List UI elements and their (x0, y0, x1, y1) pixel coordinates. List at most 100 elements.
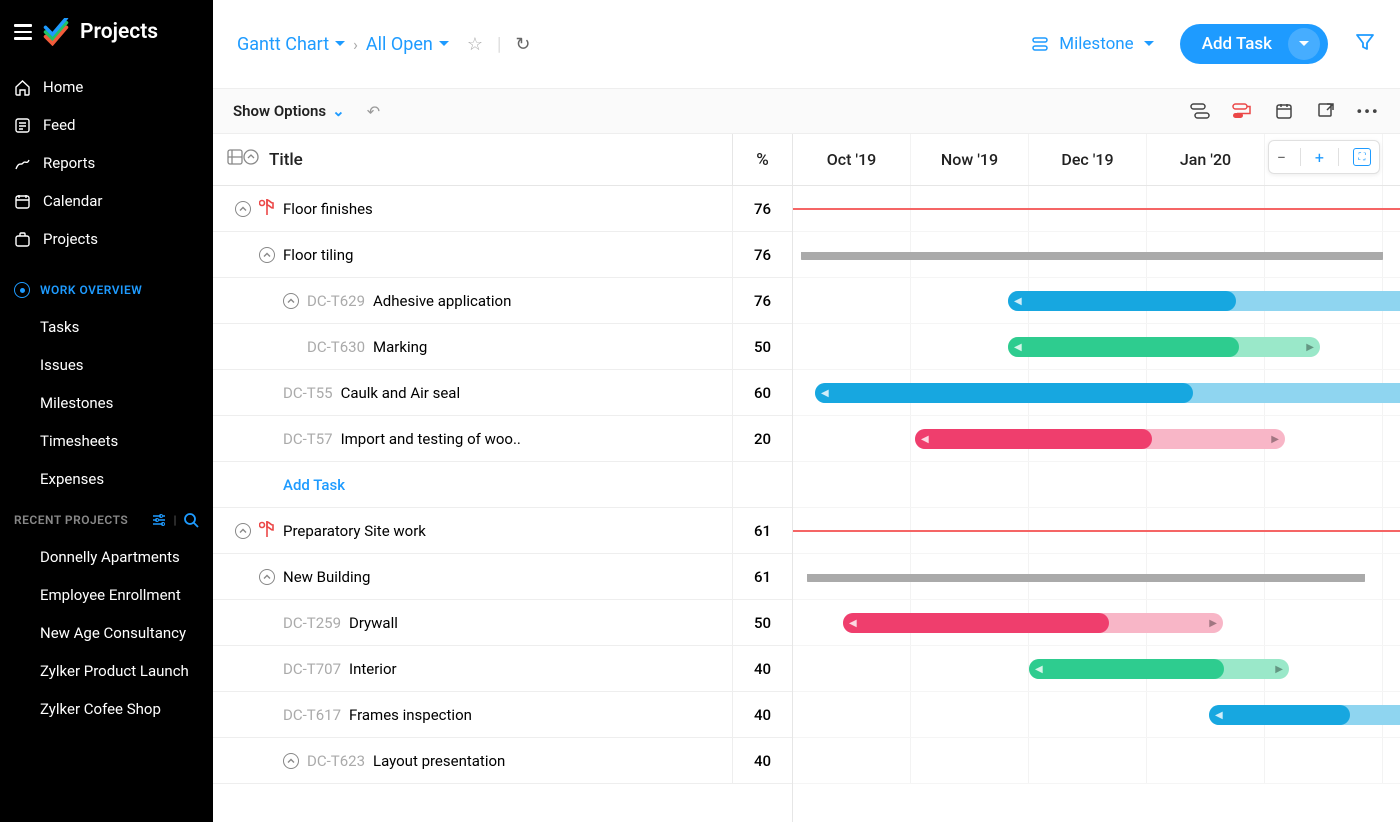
nav-item-projects[interactable]: Projects (0, 220, 213, 258)
add-task-dropdown[interactable] (1288, 28, 1320, 60)
timeline-row: ◀▶ (793, 416, 1400, 462)
task-row[interactable]: DC-T623Layout presentation40 (213, 738, 792, 784)
task-row[interactable]: DC-T707Interior40 (213, 646, 792, 692)
timeline-row (793, 462, 1400, 508)
work-overview-header[interactable]: WORK OVERVIEW (0, 272, 213, 308)
milestone-bar[interactable] (793, 530, 1400, 532)
title-column-header[interactable]: Title (269, 150, 303, 170)
collapse-toggle[interactable] (259, 247, 275, 263)
bar-handle-left[interactable]: ◀ (1014, 296, 1022, 307)
bar-handle-right[interactable]: ▶ (1275, 664, 1283, 675)
task-id: DC-T630 (307, 338, 365, 356)
task-compact-icon[interactable] (1188, 99, 1212, 123)
gantt-area: Title % Floor finishes76Floor tiling76DC… (213, 134, 1400, 822)
timeline-row: ◀▶ (793, 278, 1400, 324)
task-percent (732, 462, 792, 507)
recent-project-item[interactable]: New Age Consultancy (0, 614, 213, 652)
add-task-link[interactable]: Add Task (283, 476, 345, 494)
milestone-bar[interactable] (793, 208, 1400, 210)
topbar: Gantt Chart › All Open ☆ | ↻ Milestone A… (213, 0, 1400, 88)
recent-project-item[interactable]: Zylker Product Launch (0, 652, 213, 690)
sidebar-header: Projects (0, 0, 213, 68)
timeline-row: ◀▶ (793, 692, 1400, 738)
task-row[interactable]: Floor tiling76 (213, 232, 792, 278)
column-config-icon[interactable] (227, 149, 243, 170)
timeline-pane[interactable]: Oct '19Now '19Dec '19Jan '20Feb'20Mar'20… (793, 134, 1400, 822)
sidebar-item-issues[interactable]: Issues (0, 346, 213, 384)
reports-icon (14, 155, 31, 172)
bar-handle-right[interactable]: ▶ (1271, 434, 1279, 445)
task-row[interactable]: DC-T259Drywall50 (213, 600, 792, 646)
task-title-text: Adhesive application (373, 292, 511, 310)
task-row[interactable]: New Building61 (213, 554, 792, 600)
settings-sliders-icon[interactable] (151, 512, 167, 528)
task-row[interactable]: DC-T55Caulk and Air seal60 (213, 370, 792, 416)
task-row[interactable]: DC-T629Adhesive application76 (213, 278, 792, 324)
today-icon[interactable] (1272, 99, 1296, 123)
bar-handle-left[interactable]: ◀ (1215, 710, 1223, 721)
zoom-in-button[interactable]: + (1315, 148, 1324, 167)
filter-icon[interactable] (1354, 31, 1376, 57)
collapse-toggle[interactable] (259, 569, 275, 585)
month-header: Jan '20 (1147, 134, 1265, 185)
bar-handle-left[interactable]: ◀ (821, 388, 829, 399)
bar-handle-left[interactable]: ◀ (849, 618, 857, 629)
sidebar-item-milestones[interactable]: Milestones (0, 384, 213, 422)
critical-path-icon[interactable] (1230, 99, 1254, 123)
task-row[interactable]: Add Task (213, 462, 792, 508)
zoom-controls: − + ⛶ (1268, 140, 1380, 174)
task-row[interactable]: Preparatory Site work61 (213, 508, 792, 554)
collapse-toggle[interactable] (283, 293, 299, 309)
fullscreen-icon[interactable] (1314, 99, 1338, 123)
summary-bar[interactable] (801, 252, 1383, 260)
task-row[interactable]: DC-T630Marking50 (213, 324, 792, 370)
recent-project-item[interactable]: Zylker Cofee Shop (0, 690, 213, 728)
collapse-toggle[interactable] (235, 201, 251, 217)
bar-handle-left[interactable]: ◀ (921, 434, 929, 445)
task-percent: 40 (732, 646, 792, 691)
bar-handle-right[interactable]: ▶ (1306, 342, 1314, 353)
nav-item-reports[interactable]: Reports (0, 144, 213, 182)
task-row[interactable]: DC-T617Frames inspection40 (213, 692, 792, 738)
task-bar[interactable]: ◀▶ (1008, 337, 1320, 357)
task-bar[interactable]: ◀▶ (1008, 291, 1400, 311)
bar-handle-left[interactable]: ◀ (1035, 664, 1043, 675)
add-task-button[interactable]: Add Task (1180, 24, 1328, 64)
task-row[interactable]: Floor finishes76 (213, 186, 792, 232)
breadcrumb-filter[interactable]: All Open (366, 34, 449, 55)
undo-icon[interactable]: ↶ (367, 102, 380, 121)
recent-project-item[interactable]: Donnelly Apartments (0, 538, 213, 576)
recent-project-item[interactable]: Employee Enrollment (0, 576, 213, 614)
sidebar-item-expenses[interactable]: Expenses (0, 460, 213, 498)
nav-item-feed[interactable]: Feed (0, 106, 213, 144)
sidebar-item-tasks[interactable]: Tasks (0, 308, 213, 346)
more-icon[interactable]: ••• (1356, 99, 1380, 123)
task-bar[interactable]: ◀▶ (915, 429, 1285, 449)
task-bar[interactable]: ◀▶ (843, 613, 1223, 633)
refresh-icon[interactable]: ↻ (515, 34, 530, 55)
task-bar[interactable]: ◀▶ (1029, 659, 1289, 679)
zoom-out-button[interactable]: − (1277, 148, 1286, 167)
bar-handle-right[interactable]: ▶ (1209, 618, 1217, 629)
bar-handle-left[interactable]: ◀ (1014, 342, 1022, 353)
search-icon[interactable] (183, 512, 199, 528)
milestone-dropdown[interactable]: Milestone (1031, 34, 1153, 54)
sidebar-item-timesheets[interactable]: Timesheets (0, 422, 213, 460)
nav-item-home[interactable]: Home (0, 68, 213, 106)
collapse-toggle[interactable] (235, 523, 251, 539)
summary-bar[interactable] (807, 574, 1365, 582)
task-bar[interactable]: ◀▶ (815, 383, 1400, 403)
task-title-text: Marking (373, 338, 427, 356)
nav-item-calendar[interactable]: Calendar (0, 182, 213, 220)
zoom-fit-button[interactable]: ⛶ (1353, 148, 1371, 166)
task-id: DC-T707 (283, 660, 341, 678)
favorite-star-icon[interactable]: ☆ (467, 34, 483, 55)
hamburger-icon[interactable] (14, 24, 32, 40)
task-row[interactable]: DC-T57Import and testing of woo..20 (213, 416, 792, 462)
task-bar[interactable]: ◀▶ (1209, 705, 1400, 725)
expand-all-icon[interactable] (243, 149, 259, 170)
collapse-toggle[interactable] (283, 753, 299, 769)
breadcrumb-view[interactable]: Gantt Chart (237, 34, 345, 55)
show-options-toggle[interactable]: Show Options ⌄ (233, 102, 345, 120)
percent-column-header[interactable]: % (732, 134, 792, 185)
